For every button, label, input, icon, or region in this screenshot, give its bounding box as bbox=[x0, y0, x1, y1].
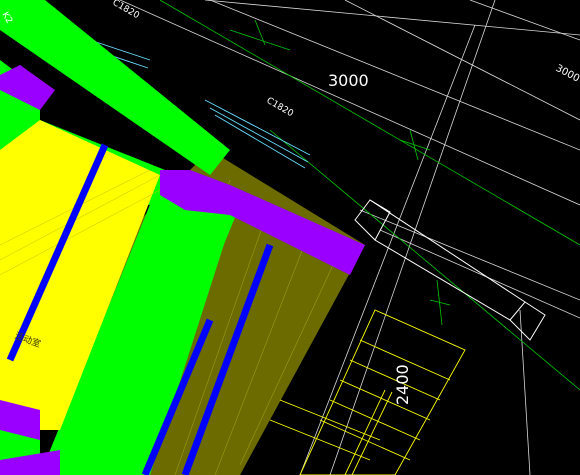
window-tag: C1820 bbox=[265, 96, 296, 119]
wall-outline bbox=[354, 199, 546, 341]
window-tag-top: C1820 bbox=[111, 0, 142, 21]
dimension-3000-top: 3000 bbox=[328, 71, 369, 90]
dimension-3000-right: 3000 bbox=[554, 63, 580, 85]
dimension-2400: 2400 bbox=[393, 364, 412, 405]
cad-viewport[interactable]: 3000 3000 2400 C1820 C1820 活动室 K2 bbox=[0, 0, 580, 475]
cad-drawing[interactable]: 3000 3000 2400 C1820 C1820 活动室 K2 bbox=[0, 0, 580, 475]
